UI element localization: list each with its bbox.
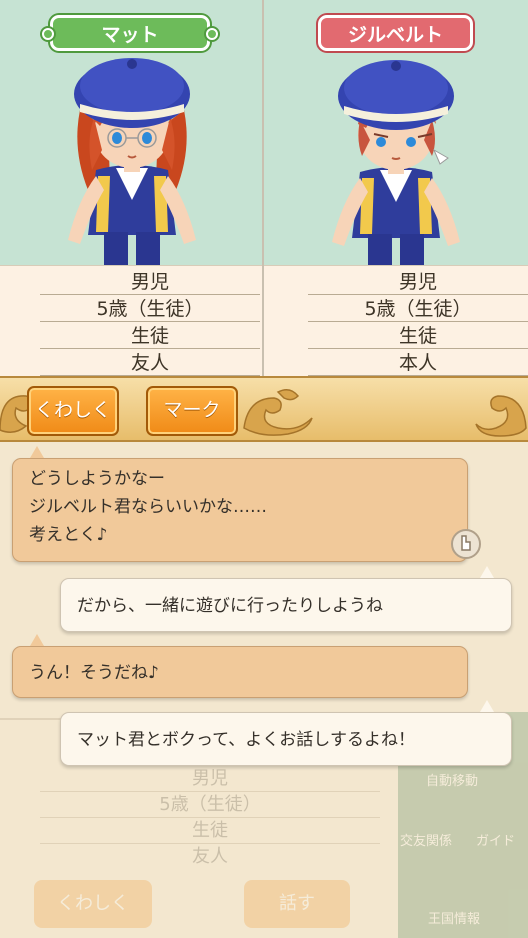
mark-button[interactable]: マーク [146, 386, 238, 436]
message-line: ジルベルト君ならいいかな…… [29, 497, 267, 517]
info-gender: 男児 [308, 268, 528, 295]
background-menu-kingdom: 王国情報 [428, 912, 481, 927]
message-bubble-gilbert[interactable]: だから、一緒に遊びに行ったりしようね [60, 578, 512, 632]
scroll-ornament-icon [243, 389, 313, 436]
message-line: どうしようかなー [29, 469, 165, 489]
plate-right-knob-icon [206, 28, 218, 40]
portrait-matt: マット [0, 0, 262, 265]
bubble-tail-icon [480, 566, 494, 578]
name-matt: マット [101, 24, 159, 46]
portrait-gilbert: ジルベルト [264, 0, 528, 265]
background-info-age: 5歳（生徒） [40, 792, 380, 818]
name-plate-gilbert: ジルベルト [318, 15, 473, 51]
background-menu-guide: ガイド [476, 834, 516, 849]
info-table-gilbert: 男児 5歳（生徒） 生徒 本人 [264, 265, 528, 376]
details-button[interactable]: くわしく [27, 386, 119, 436]
bubble-tail-icon [30, 634, 44, 646]
chat-area: 男児 5歳（生徒） 生徒 友人 くわしく 話す 自動移動 交友関係 ガイド 王国… [0, 442, 528, 938]
message-line: マット君とボクって、よくお話しするよね！ [77, 730, 415, 750]
info-relationship: 本人 [308, 349, 528, 376]
message-bubble-matt[interactable]: うん！そうだね♪ [12, 646, 468, 698]
character-panels: マット 男児 5歳（生徒） 生徒 友人 ジルベルト 男児 5歳（生徒） 生徒 本… [0, 0, 528, 376]
background-menu-relations: 交友関係 [400, 834, 453, 849]
info-occupation: 生徒 [40, 322, 260, 349]
background-info-relationship: 友人 [192, 846, 228, 867]
background-details-button: くわしく [34, 880, 152, 928]
pointer-hand-icon [451, 529, 481, 559]
message-bubble-gilbert[interactable]: マット君とボクって、よくお話しするよね！ [60, 712, 512, 766]
background-info-gender: 男児 [40, 766, 380, 792]
name-gilbert: ジルベルト [347, 24, 443, 46]
message-line: うん！そうだね♪ [29, 663, 159, 683]
name-plate-matt: マット [50, 15, 210, 51]
character-panel-gilbert[interactable]: ジルベルト 男児 5歳（生徒） 生徒 本人 [264, 0, 528, 376]
message-line: だから、一緒に遊びに行ったりしようね [77, 596, 383, 616]
info-table-matt: 男児 5歳（生徒） 生徒 友人 [0, 265, 262, 376]
message-bubble-matt[interactable]: どうしようかなー ジルベルト君ならいいかな…… 考えとく♪ [12, 458, 468, 562]
background-menu-auto-move: 自動移動 [426, 774, 479, 789]
action-bar: くわしく マーク [0, 376, 528, 442]
background-info-occupation: 生徒 [40, 818, 380, 844]
plate-left-knob-icon [42, 28, 54, 40]
message-line: 考えとく♪ [29, 525, 108, 545]
bubble-tail-icon [30, 446, 44, 458]
background-talk-button: 話す [244, 880, 350, 928]
character-panel-matt[interactable]: マット 男児 5歳（生徒） 生徒 友人 [0, 0, 264, 376]
info-age: 5歳（生徒） [308, 295, 528, 322]
scroll-ornament-icon [475, 395, 527, 437]
info-age: 5歳（生徒） [40, 295, 260, 322]
info-gender: 男児 [40, 268, 260, 295]
info-occupation: 生徒 [308, 322, 528, 349]
bubble-tail-icon [480, 700, 494, 712]
info-relationship: 友人 [40, 349, 260, 376]
